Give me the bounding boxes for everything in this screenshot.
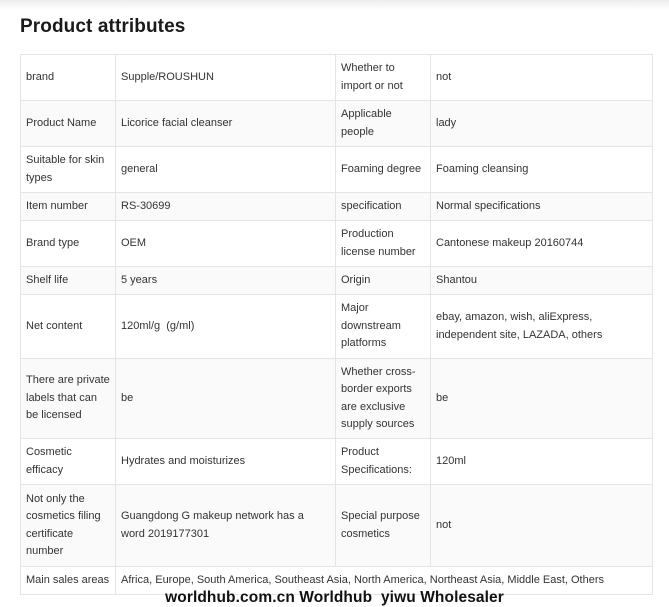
table-row: Item number RS-30699 specification Norma… (20, 192, 653, 221)
attribute-value: Licorice facial cleanser (115, 100, 336, 147)
attribute-name: Shelf life (20, 266, 116, 295)
attribute-name: Production license number (335, 220, 431, 267)
attributes-table: brand Supple/ROUSHUN Whether to import o… (20, 54, 653, 595)
table-row: Suitable for skin types general Foaming … (20, 146, 653, 193)
table-row: Net content 120ml/g (g/ml) Major downstr… (20, 294, 653, 359)
attribute-name: Major downstream platforms (335, 294, 431, 359)
attribute-name: Item number (20, 192, 116, 221)
attribute-value: Normal specifications (430, 192, 653, 221)
table-row: Shelf life 5 years Origin Shantou (20, 266, 653, 295)
attribute-value: lady (430, 100, 653, 147)
attribute-name: Product Specifications: (335, 438, 431, 485)
attribute-name: brand (20, 54, 116, 101)
section-title: Product attributes (20, 16, 186, 37)
attribute-value: 120ml/g (g/ml) (115, 294, 336, 359)
attribute-name: Suitable for skin types (20, 146, 116, 193)
attribute-value: 120ml (430, 438, 653, 485)
attribute-value: Hydrates and moisturizes (115, 438, 336, 485)
table-row: Cosmetic efficacy Hydrates and moisturiz… (20, 438, 653, 485)
table-row: Not only the cosmetics filing certificat… (20, 484, 653, 567)
attribute-name: Whether to import or not (335, 54, 431, 101)
attribute-name: Cosmetic efficacy (20, 438, 116, 485)
attribute-name: Applicable people (335, 100, 431, 147)
attribute-value: RS-30699 (115, 192, 336, 221)
attribute-value: not (430, 54, 653, 101)
attribute-name: There are private labels that can be lic… (20, 358, 116, 439)
attribute-name: Not only the cosmetics filing certificat… (20, 484, 116, 567)
attribute-name: Net content (20, 294, 116, 359)
table-row: Brand type OEM Production license number… (20, 220, 653, 267)
attribute-value: Shantou (430, 266, 653, 295)
attribute-name: specification (335, 192, 431, 221)
attribute-value: be (115, 358, 336, 439)
top-shadow (0, 0, 669, 10)
attribute-name: Brand type (20, 220, 116, 267)
attribute-value: not (430, 484, 653, 567)
table-row: There are private labels that can be lic… (20, 358, 653, 439)
attribute-value: be (430, 358, 653, 439)
attribute-value: 5 years (115, 266, 336, 295)
attribute-name: Special purpose cosmetics (335, 484, 431, 567)
attribute-value: Supple/ROUSHUN (115, 54, 336, 101)
attribute-value: general (115, 146, 336, 193)
attribute-value: ebay, amazon, wish, aliExpress, independ… (430, 294, 653, 359)
attribute-name: Whether cross-border exports are exclusi… (335, 358, 431, 439)
attribute-name: Foaming degree (335, 146, 431, 193)
attribute-name: Origin (335, 266, 431, 295)
attribute-value: Cantonese makeup 20160744 (430, 220, 653, 267)
attribute-value: Foaming cleansing (430, 146, 653, 193)
watermark-text: worldhub.com.cn Worldhub yiwu Wholesaler (165, 589, 504, 606)
attribute-value: Guangdong G makeup network has a word 20… (115, 484, 336, 567)
attribute-name: Product Name (20, 100, 116, 147)
table-row: Product Name Licorice facial cleanser Ap… (20, 100, 653, 147)
attribute-value: OEM (115, 220, 336, 267)
table-row: brand Supple/ROUSHUN Whether to import o… (20, 54, 653, 101)
